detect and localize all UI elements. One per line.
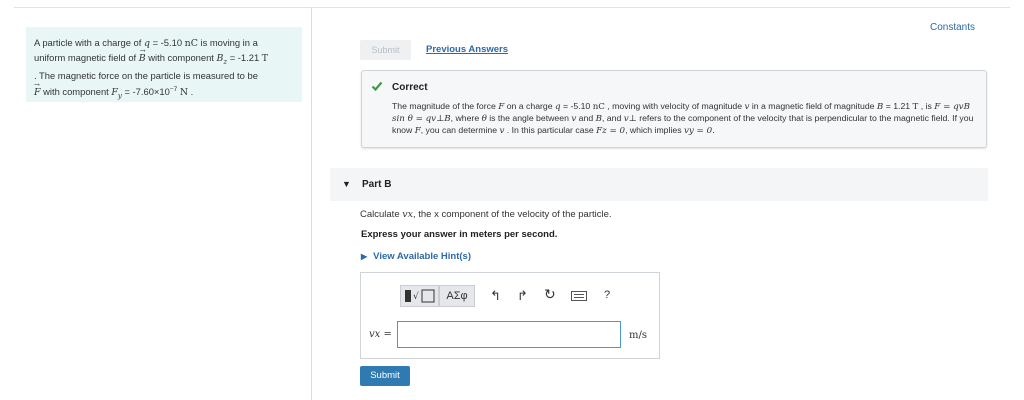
- unit-label: m/s: [629, 330, 647, 341]
- reset-icon[interactable]: ↻: [544, 286, 556, 303]
- collapse-caret-icon[interactable]: ▼: [342, 179, 351, 189]
- answer-variable-label: vx =: [369, 329, 392, 340]
- check-icon: [371, 81, 383, 92]
- greek-symbols-button[interactable]: ΑΣφ: [439, 285, 475, 307]
- help-icon[interactable]: ?: [604, 289, 610, 301]
- previous-answers-link[interactable]: Previous Answers: [426, 44, 508, 55]
- problem-statement: A particle with a charge of q = -5.10 nC…: [26, 27, 302, 102]
- feedback-box: Correct The magnitude of the force F on …: [361, 70, 987, 148]
- submit-button[interactable]: Submit: [360, 366, 410, 386]
- submit-button-disabled[interactable]: Submit: [360, 40, 411, 60]
- f-vector: F →: [34, 80, 41, 98]
- view-hints-link[interactable]: ▶ View Available Hint(s): [361, 251, 471, 262]
- undo-icon[interactable]: ↰: [490, 288, 501, 304]
- hint-caret-icon: ▶: [361, 252, 368, 261]
- constants-link[interactable]: Constants: [930, 22, 975, 33]
- problem-line-2: uniform magnetic field of B → with compon…: [34, 46, 269, 66]
- templates-button[interactable]: √: [400, 285, 439, 307]
- templates-icon: √: [405, 289, 435, 303]
- part-b-header[interactable]: ▼ Part B: [330, 168, 988, 201]
- redo-icon[interactable]: ↱: [517, 288, 528, 304]
- b-vector: B →: [138, 46, 146, 64]
- answer-instructions: Express your answer in meters per second…: [361, 229, 558, 240]
- top-divider: [14, 7, 1010, 8]
- problem-line-1: A particle with a charge of q = -5.10 nC…: [34, 37, 258, 49]
- answer-input[interactable]: [397, 321, 621, 348]
- problem-line-3: . The magnetic force on the particle is …: [34, 70, 258, 82]
- keyboard-icon[interactable]: [571, 291, 587, 301]
- problem-line-4: F → with component Fy = -7.60×10−7 N .: [34, 80, 194, 100]
- part-b-title: Part B: [362, 179, 392, 190]
- feedback-text: The magnitude of the force F on a charge…: [392, 101, 974, 136]
- answer-panel: √ ΑΣφ ↰ ↱ ↻ ? vx = m/s: [360, 272, 660, 359]
- svg-text:√: √: [413, 291, 419, 302]
- feedback-title: Correct: [392, 82, 428, 93]
- column-divider: [311, 7, 312, 400]
- part-b-question: Calculate vx, the x component of the vel…: [360, 209, 612, 220]
